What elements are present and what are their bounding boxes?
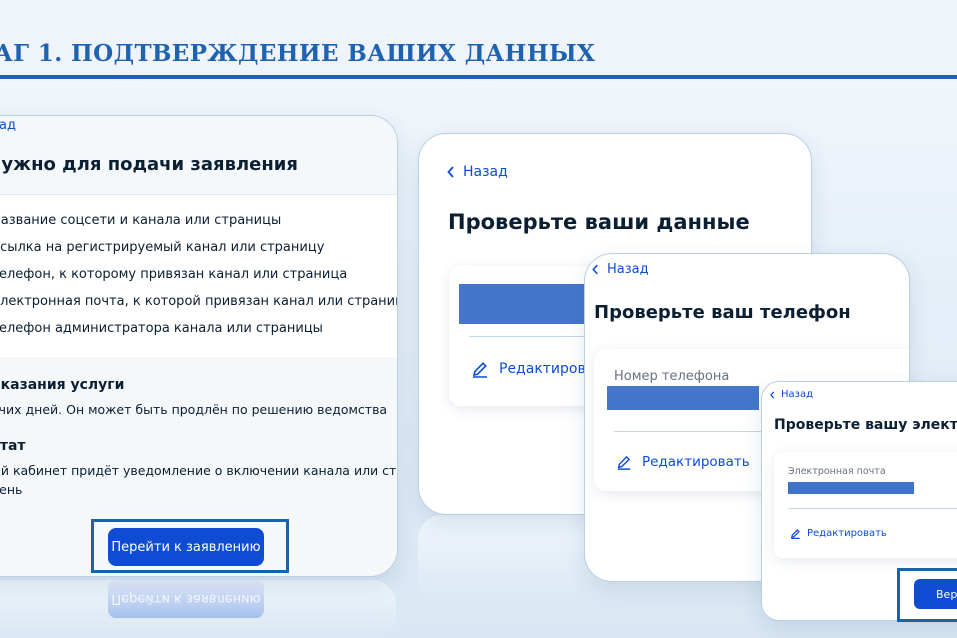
back-label: Назад (781, 389, 814, 400)
edit-label: Редактировать (807, 528, 887, 539)
list-item: Электронная почта, к которой привязан ка… (0, 294, 398, 309)
button-reflection: Перейти к заявлению (108, 580, 264, 618)
result-title: ьтат (0, 438, 26, 454)
list-item: Телефон администратора канала или страни… (0, 321, 323, 336)
back-link[interactable]: Назад (770, 389, 813, 400)
pencil-icon (616, 454, 632, 470)
redacted-email-value (788, 482, 914, 494)
term-text: очих дней. Он может быть продлён по реше… (0, 402, 388, 417)
result-text-continued: нень (0, 482, 23, 497)
chevron-left-icon (592, 264, 599, 275)
card-heading: нужно для подачи заявления (0, 154, 298, 175)
list-item: Ссылка на регистрируемый канал или стран… (0, 240, 325, 255)
list-item: Название соцсети и канала или страницы (0, 213, 282, 228)
card-requirements: ад нужно для подачи заявления Название с… (0, 115, 398, 577)
pencil-icon (471, 360, 489, 378)
card-heading: Проверьте ваш телефон (594, 302, 851, 323)
back-link[interactable]: ад (0, 118, 16, 133)
back-link[interactable]: Назад (592, 262, 649, 277)
back-label: Назад (463, 164, 508, 180)
edit-button[interactable]: Редактировать (790, 528, 887, 539)
result-text: ый кабинет придёт уведомление о включени… (0, 463, 397, 478)
divider (614, 431, 764, 432)
verify-button[interactable]: Вер (914, 579, 957, 609)
go-to-application-button[interactable]: Перейти к заявлению (108, 528, 264, 566)
back-link[interactable]: Назад (447, 164, 508, 180)
edit-button[interactable]: Редактировать (616, 454, 750, 470)
redacted-phone-value (607, 386, 759, 410)
edit-label: Редактировать (642, 454, 750, 470)
list-item: Телефон, к которому привязан канал или с… (0, 267, 348, 282)
title-underline (0, 75, 957, 79)
chevron-left-icon (770, 390, 775, 399)
chevron-left-icon (447, 166, 455, 178)
card-heading: Проверьте вашу электронн (774, 417, 957, 433)
email-panel: Электронная почта Редактировать (774, 452, 957, 558)
email-field-label: Электронная почта (788, 466, 886, 477)
card-heading: Проверьте ваши данные (448, 210, 750, 234)
divider (788, 508, 957, 509)
slide-title: АГ 1. ПОДТВЕРЖДЕНИЕ ВАШИХ ДАННЫХ (0, 40, 596, 67)
pencil-icon (790, 528, 801, 539)
back-label: Назад (607, 262, 649, 277)
term-title: оказания услуги (0, 377, 125, 393)
requirements-list: Название соцсети и канала или страницы С… (0, 194, 397, 359)
phone-field-label: Номер телефона (614, 369, 730, 384)
